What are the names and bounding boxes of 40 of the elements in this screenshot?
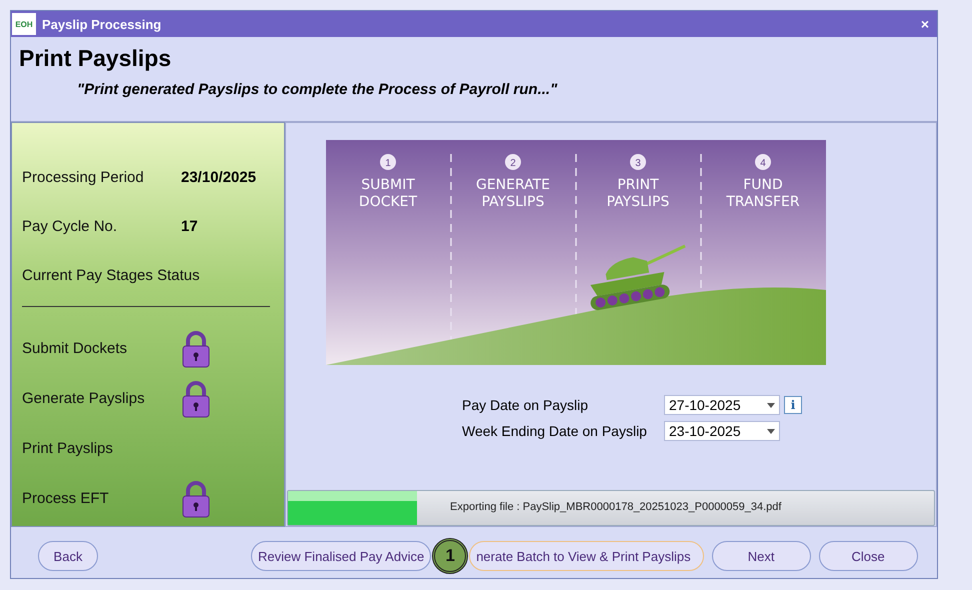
step-number: 4 xyxy=(760,158,766,169)
summary-label: Pay Cycle No. xyxy=(22,218,118,237)
step-label: SUBMIT xyxy=(361,177,415,193)
stage-label: Generate Payslips xyxy=(22,390,146,406)
status-heading: Current Pay Stages Status xyxy=(22,267,200,286)
stage-label: Submit Dockets xyxy=(22,340,128,356)
summary-value: 17 xyxy=(181,218,198,237)
dropdown-caret-icon xyxy=(767,428,775,434)
step-badge: 1 xyxy=(432,538,468,574)
step-label: FUND xyxy=(743,177,783,193)
step-label: GENERATE xyxy=(476,177,550,193)
step-label: TRANSFER xyxy=(726,194,800,210)
stage-label: Print Payslips xyxy=(22,440,114,456)
step-number: 3 xyxy=(635,158,641,169)
progress-message: Exporting file : PaySlip_MBR0000178_20251023_P0000059_34.pdf xyxy=(450,501,782,513)
action-button[interactable]: Back xyxy=(38,541,98,571)
summary-value: 23/10/2025 xyxy=(181,169,256,188)
field-label: Pay Date on Payslip xyxy=(462,397,590,413)
summary-label: Processing Period xyxy=(22,169,145,188)
step-number: 1 xyxy=(385,158,391,169)
window-title: Payslip Processing xyxy=(42,16,162,32)
date-dropdown[interactable]: 23-10-2025 xyxy=(664,421,780,441)
close-button[interactable]: × xyxy=(920,16,929,32)
action-button[interactable]: Close xyxy=(818,541,918,571)
page-subtitle: "Print generated Payslips to complete the Process of Payroll run..." xyxy=(77,81,558,98)
dropdown-caret-icon xyxy=(767,402,775,408)
action-button[interactable]: nerate Batch to View & Print Payslips xyxy=(469,541,704,571)
action-button[interactable]: Next xyxy=(712,541,811,571)
step-number: 2 xyxy=(510,158,516,169)
app-logo: EOH xyxy=(12,13,36,35)
action-button[interactable]: Review Finalised Pay Advice xyxy=(251,541,432,571)
step-label: DOCKET xyxy=(358,194,418,210)
step-label: PRINT xyxy=(617,177,659,193)
date-dropdown[interactable]: 27-10-2025 xyxy=(664,395,780,415)
stage-label: Process EFT xyxy=(22,490,110,506)
step-label: PAYSLIPS xyxy=(606,194,670,210)
info-button[interactable]: i xyxy=(784,396,802,414)
page-title: Print Payslips xyxy=(19,45,172,72)
step-label: PAYSLIPS xyxy=(482,194,544,210)
field-label: Week Ending Date on Payslip xyxy=(462,423,648,439)
